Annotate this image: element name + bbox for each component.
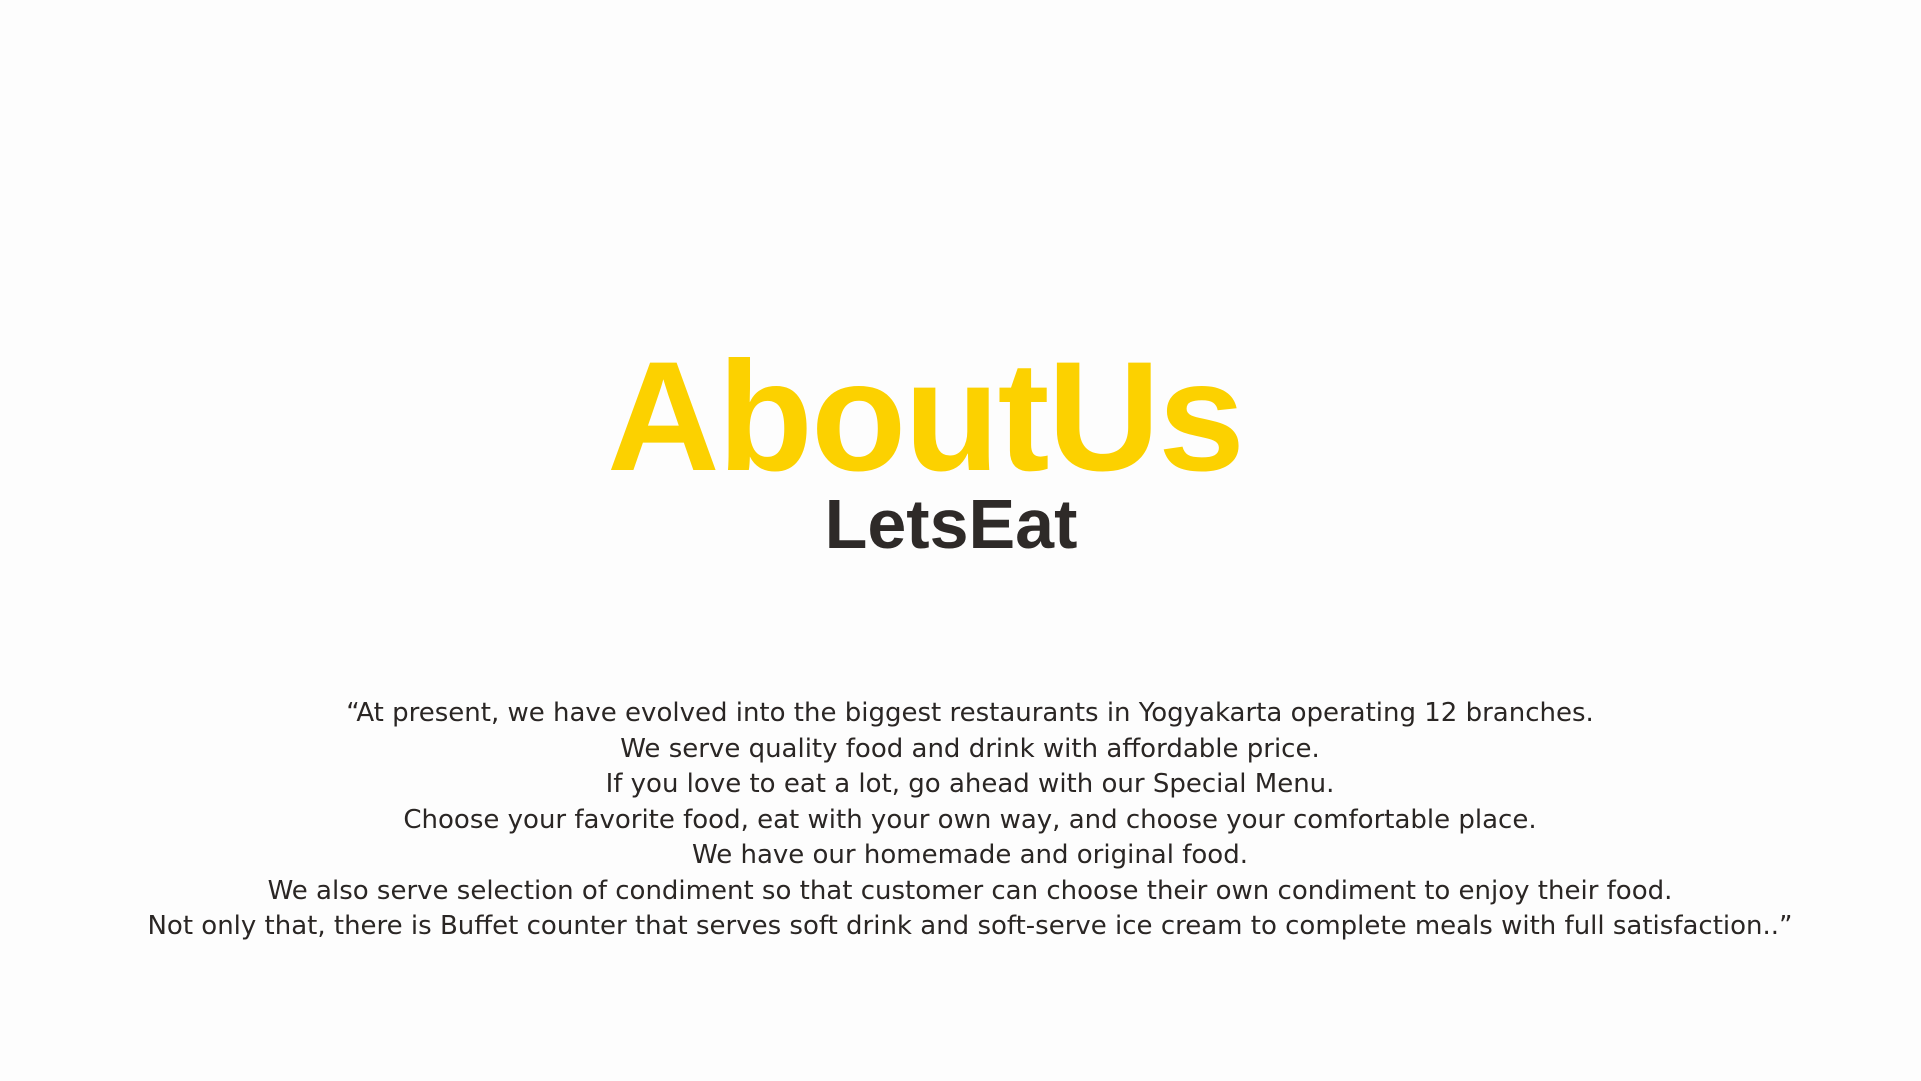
quote-line: We serve quality food and drink with aff… (620, 733, 1320, 764)
quote-line: We also serve selection of condiment so … (267, 875, 1673, 906)
quote-line: If you love to eat a lot, go ahead with … (605, 769, 1335, 799)
quote-line: “At present, we have evolved into the bi… (346, 698, 1594, 728)
quote-line: Not only that, there is Buffet counter t… (147, 911, 1793, 941)
about-us-section: AboutUs LetsEat “At present, we have evo… (0, 0, 1921, 1081)
quote-line: We have our homemade and original food. (692, 840, 1248, 870)
brand-name: LetsEat (824, 485, 1078, 563)
page-title: AboutUs (607, 330, 1245, 504)
about-quote: “At present, we have evolved into the bi… (0, 696, 1921, 945)
quote-line: Choose your favorite food, eat with your… (403, 804, 1537, 835)
